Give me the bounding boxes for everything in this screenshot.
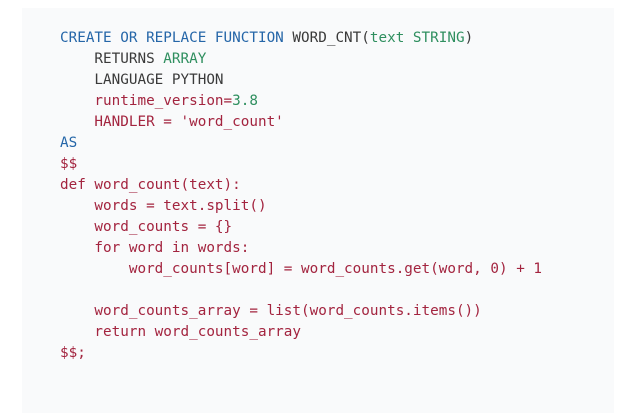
code-token: ARRAY bbox=[163, 51, 207, 67]
code-line: word_counts_array = list(word_counts.ite… bbox=[60, 301, 542, 322]
code-line: LANGUAGE PYTHON bbox=[60, 70, 542, 91]
code-line: AS bbox=[60, 133, 542, 154]
code-line: $$; bbox=[60, 343, 542, 364]
code-line: for word in words: bbox=[60, 238, 542, 259]
code-token: HANDLER = 'word_count' bbox=[60, 114, 284, 130]
code-token: text bbox=[369, 30, 405, 46]
code-line: HANDLER = 'word_count' bbox=[60, 112, 542, 133]
code-token: 3.8 bbox=[232, 93, 258, 109]
code-token: LANGUAGE PYTHON bbox=[60, 72, 224, 88]
code-line: word_counts = {} bbox=[60, 217, 542, 238]
code-token: WORD_CNT( bbox=[283, 30, 370, 46]
code-token: $$; bbox=[60, 345, 86, 361]
code-token: ) bbox=[464, 30, 474, 46]
code-token: runtime_version= bbox=[60, 93, 233, 109]
code-line: $$ bbox=[60, 154, 542, 175]
code-line: RETURNS ARRAY bbox=[60, 49, 542, 70]
page: CREATE OR REPLACE FUNCTION WORD_CNT(text… bbox=[0, 0, 617, 420]
code-token: STRING bbox=[412, 30, 465, 46]
code-line: CREATE OR REPLACE FUNCTION WORD_CNT(text… bbox=[60, 28, 542, 49]
code-token: return word_counts_array bbox=[60, 324, 302, 340]
code-token: word_counts[word] = word_counts.get(word… bbox=[60, 261, 543, 277]
code-token: CREATE OR REPLACE FUNCTION bbox=[60, 30, 284, 46]
code-token: word_counts = {} bbox=[60, 219, 233, 235]
code-token: def word_count(text): bbox=[60, 177, 241, 193]
code-line: words = text.split() bbox=[60, 196, 542, 217]
code-block[interactable]: CREATE OR REPLACE FUNCTION WORD_CNT(text… bbox=[60, 28, 542, 364]
code-line: runtime_version=3.8 bbox=[60, 91, 542, 112]
code-token: RETURNS bbox=[60, 51, 164, 67]
code-line: def word_count(text): bbox=[60, 175, 542, 196]
code-token: words = text.split() bbox=[60, 198, 267, 214]
code-line: word_counts[word] = word_counts.get(word… bbox=[60, 259, 542, 280]
code-editor-panel[interactable]: CREATE OR REPLACE FUNCTION WORD_CNT(text… bbox=[22, 8, 614, 413]
code-token: for word in words: bbox=[60, 240, 250, 256]
code-line: return word_counts_array bbox=[60, 322, 542, 343]
code-token: AS bbox=[60, 135, 78, 151]
code-token: word_counts_array = list(word_counts.ite… bbox=[60, 303, 482, 319]
code-token: $$ bbox=[60, 156, 78, 172]
